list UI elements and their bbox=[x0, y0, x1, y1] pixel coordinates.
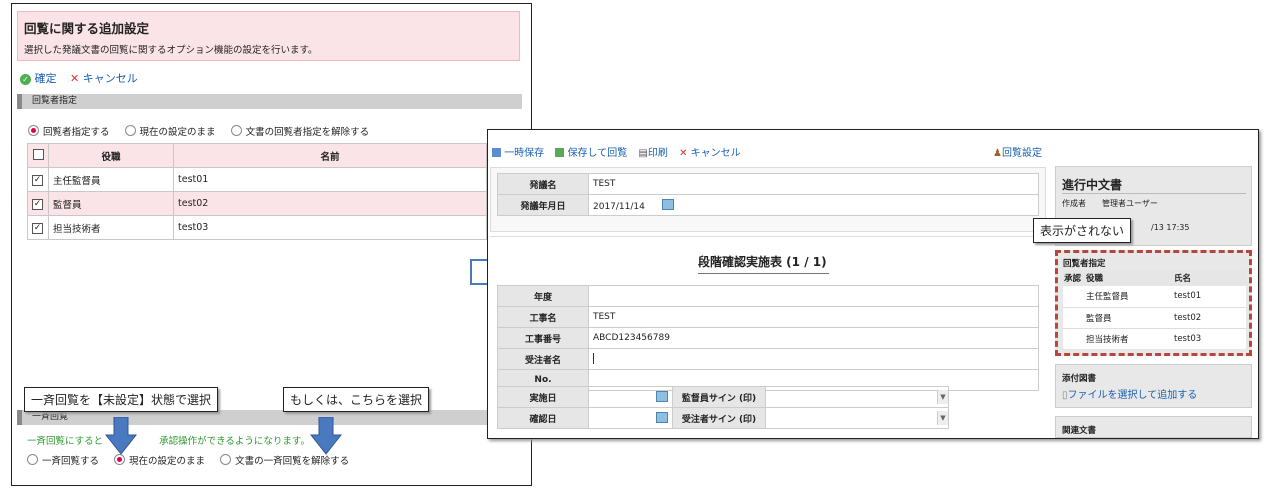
contractor-sign-select[interactable]: ▼ bbox=[765, 407, 949, 429]
circulator-table: 役職 名前 ✓ 主任監督員 test01 ✓ 監督員 test02 ✓ 担当技術… bbox=[27, 143, 487, 240]
project-number-field[interactable]: ABCD123456789 bbox=[588, 327, 1039, 349]
row-checkbox[interactable]: ✓ bbox=[27, 215, 49, 240]
users-icon: ♟ bbox=[993, 148, 1002, 159]
calendar-icon[interactable] bbox=[656, 390, 668, 402]
broadcast-radio-group: 一斉回覧する 現在の設定のまま 文書の一斉回覧を解除する bbox=[27, 453, 349, 467]
save-icon bbox=[492, 148, 501, 157]
save-circulate-button[interactable]: 保存して回覧 bbox=[555, 148, 627, 159]
down-arrow-icon bbox=[105, 417, 137, 455]
cancel-button[interactable]: ✕ キャンセル bbox=[679, 148, 741, 159]
table-row: 監督員 test02 bbox=[1063, 307, 1246, 328]
calendar-icon[interactable] bbox=[656, 411, 668, 423]
chevron-down-icon: ▼ bbox=[937, 390, 948, 404]
contractor-field[interactable] bbox=[588, 348, 1039, 370]
close-icon: ✕ bbox=[679, 148, 688, 159]
attachments-box: 添付図書 ▯ファイルを選択して追加する bbox=[1055, 364, 1252, 408]
select-all-checkbox[interactable] bbox=[27, 143, 49, 168]
table-row: ✓ 監督員 test02 bbox=[27, 191, 487, 216]
callout-not-shown: 表示がされない bbox=[1033, 218, 1132, 243]
radio-circulator-on[interactable]: 回覧者指定する bbox=[28, 125, 110, 138]
confirm-date-field[interactable] bbox=[588, 407, 673, 429]
page-title: 回覧に関する追加設定 bbox=[24, 21, 150, 36]
issue-name-field[interactable]: TEST bbox=[588, 173, 1039, 195]
save-icon bbox=[555, 148, 565, 157]
table-row: 主任監督員 test01 bbox=[1063, 286, 1246, 307]
settings-header: 回覧に関する追加設定 選択した発議文書の回覧に関するオプション機能の設定を行いま… bbox=[17, 11, 520, 61]
cancel-button[interactable]: ✕ キャンセル bbox=[70, 70, 138, 86]
check-circle-icon: ✓ bbox=[20, 74, 31, 85]
confirm-button[interactable]: ✓ 確定 bbox=[20, 70, 57, 86]
table-row: ✓ 主任監督員 test01 bbox=[27, 167, 487, 192]
row-checkbox[interactable]: ✓ bbox=[27, 191, 49, 216]
radio-circulator-keep[interactable]: 現在の設定のまま bbox=[124, 125, 216, 138]
page-description: 選択した発議文書の回覧に関するオプション機能の設定を行います。 bbox=[24, 45, 318, 56]
radio-broadcast-clear[interactable]: 文書の一斉回覧を解除する bbox=[220, 454, 349, 467]
circulator-side-box: 回覧者指定 承認 役職 氏名 主任監督員 test01 監督員 test02 担当技… bbox=[1055, 250, 1252, 356]
printer-icon: ▤ bbox=[638, 148, 648, 159]
col-role: 役職 bbox=[48, 143, 174, 168]
radio-broadcast-on[interactable]: 一斉回覧する bbox=[27, 454, 99, 467]
section-circulator: 回覧者指定 bbox=[17, 94, 522, 109]
callout-unset: 一斉回覧を【未設定】状態で選択 bbox=[24, 387, 219, 412]
table-row: ✓ 担当技術者 test03 bbox=[27, 215, 487, 240]
radio-broadcast-keep[interactable]: 現在の設定のまま bbox=[114, 454, 205, 467]
down-arrow-icon bbox=[310, 417, 342, 455]
year-field[interactable] bbox=[588, 285, 1039, 307]
impl-date-field[interactable] bbox=[588, 386, 673, 408]
chevron-down-icon: ▼ bbox=[937, 411, 948, 425]
temp-save-button[interactable]: 一時保存 bbox=[492, 148, 544, 159]
broadcast-note: 一斉回覧にすると 承認操作ができるようになります。 bbox=[27, 436, 310, 447]
print-button[interactable]: ▤印刷 bbox=[638, 148, 667, 159]
circulator-radio-group: 回覧者指定する 現在の設定のまま 文書の回覧者指定を解除する bbox=[28, 124, 369, 138]
close-icon: ✕ bbox=[70, 72, 80, 85]
circulation-settings-link[interactable]: ♟回覧設定 bbox=[993, 144, 1042, 159]
form-top: 発議名 TEST 発議年月日 2017/11/14 bbox=[497, 173, 1039, 216]
status-title: 進行中文書 bbox=[1062, 178, 1123, 192]
related-docs-box: 関連文書 bbox=[1055, 416, 1252, 438]
circulator-side-table: 承認 役職 氏名 主任監督員 test01 監督員 test02 担当技術者 test… bbox=[1063, 270, 1246, 349]
document-title: 段階確認実施表 (1 / 1) bbox=[698, 253, 829, 274]
radio-circulator-clear[interactable]: 文書の回覧者指定を解除する bbox=[230, 125, 369, 138]
callout-or-this: もしくは、こちらを選択 bbox=[283, 387, 430, 412]
project-name-field[interactable]: TEST bbox=[588, 306, 1039, 328]
col-name: 名前 bbox=[173, 143, 487, 168]
date-sign-table: 実施日 監督員サイン (印) ▼ 確認日 受注者サイン (印) ▼ bbox=[497, 386, 949, 429]
calendar-icon[interactable] bbox=[661, 198, 674, 210]
section-broadcast: 一斉回覧 bbox=[17, 410, 522, 425]
row-checkbox[interactable]: ✓ bbox=[27, 167, 49, 192]
supervisor-sign-select[interactable]: ▼ bbox=[765, 386, 949, 408]
document-form: 年度 工事名 TEST 工事番号 ABCD123456789 受注者名 No. bbox=[497, 285, 1039, 391]
add-attachment-link[interactable]: ▯ファイルを選択して追加する bbox=[1062, 386, 1197, 401]
issue-date-field[interactable]: 2017/11/14 bbox=[588, 194, 1039, 216]
toolbar: 一時保存 保存して回覧 ▤印刷 ✕ キャンセル bbox=[492, 144, 741, 159]
table-row: 担当技術者 test03 bbox=[1086, 333, 1202, 345]
